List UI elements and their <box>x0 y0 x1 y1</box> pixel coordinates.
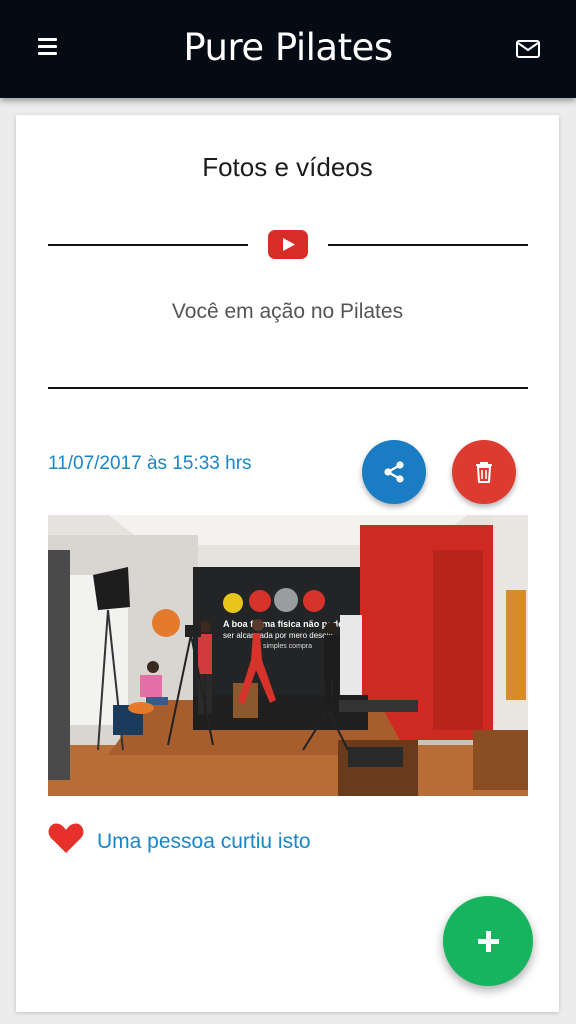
youtube-icon <box>268 230 308 259</box>
heart-icon[interactable] <box>48 822 84 854</box>
subtitle-underline <box>48 387 528 389</box>
hamburger-menu-icon[interactable] <box>36 36 60 58</box>
content-card: Fotos e vídeos Você em ação no Pilates 1… <box>16 115 559 1012</box>
likes-count-link[interactable]: Uma pessoa curtiu isto <box>97 830 311 854</box>
section-subtitle: Você em ação no Pilates <box>171 300 404 323</box>
add-media-button[interactable] <box>443 896 533 986</box>
page-title: Fotos e vídeos <box>202 152 373 182</box>
post-photo[interactable]: A boa forma física não pode ser alcançad… <box>48 515 528 796</box>
trash-icon <box>476 462 492 483</box>
brand-logo: Pure Pilates <box>183 26 393 69</box>
wall-text-line2: ser alcançada por mero desejo <box>223 631 333 640</box>
delete-button[interactable] <box>452 440 516 504</box>
share-icon <box>384 461 404 483</box>
post-timestamp: 11/07/2017 às 15:33 hrs <box>48 453 252 474</box>
wall-text-line3: simples compra <box>263 643 312 650</box>
divider-left <box>48 244 248 246</box>
mail-icon[interactable] <box>515 38 541 60</box>
app-bar: Pure Pilates <box>0 0 576 98</box>
divider-right <box>328 244 528 246</box>
share-button[interactable] <box>362 440 426 504</box>
